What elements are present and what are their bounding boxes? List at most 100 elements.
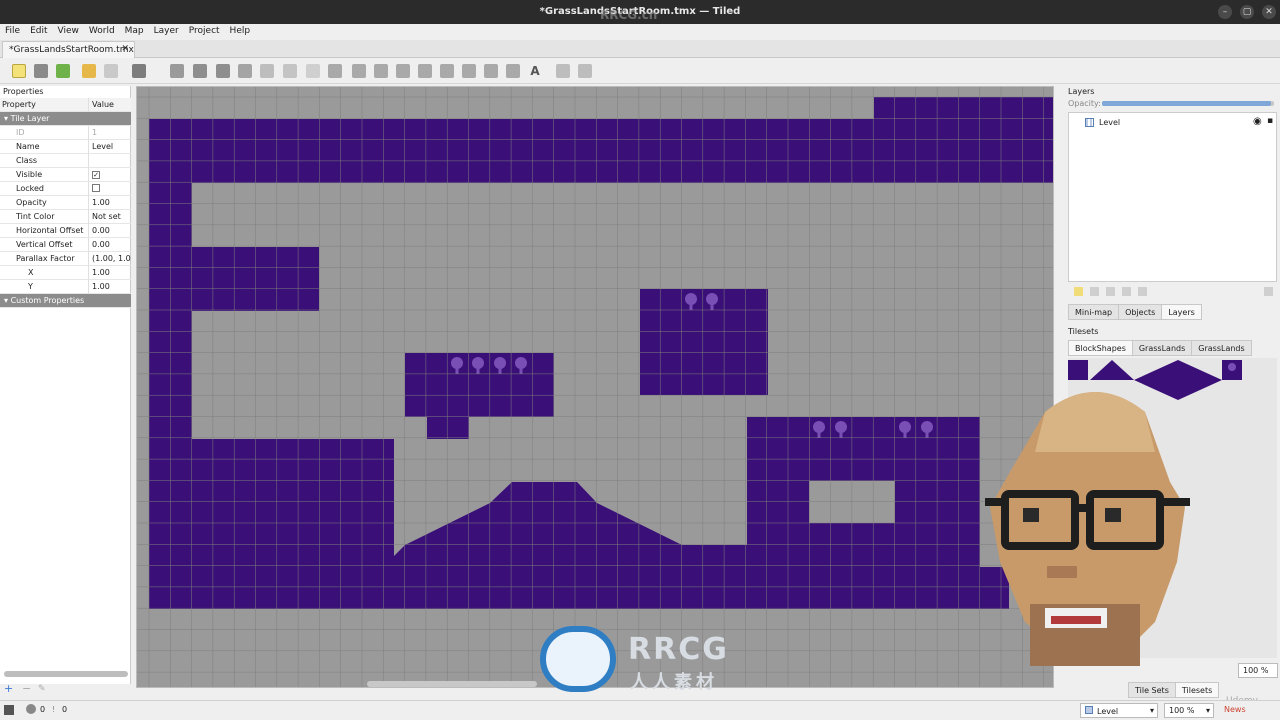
main-toolbar: A bbox=[0, 58, 1280, 84]
minimize-button[interactable]: – bbox=[1218, 5, 1232, 19]
properties-scrollbar[interactable] bbox=[4, 671, 128, 677]
menu-map[interactable]: Map bbox=[120, 24, 149, 38]
tab-blockshapes[interactable]: BlockShapes bbox=[1068, 340, 1133, 356]
locked-checkbox[interactable] bbox=[92, 184, 100, 192]
select-same-tile-icon[interactable] bbox=[328, 64, 342, 78]
tree-trunk bbox=[689, 303, 693, 310]
warning-icon[interactable]: ! bbox=[52, 705, 55, 714]
terrain-brush-icon[interactable] bbox=[193, 64, 207, 78]
menu-layer[interactable]: Layer bbox=[149, 24, 184, 38]
edit-polygons-icon[interactable] bbox=[374, 64, 388, 78]
prop-row-locked[interactable]: Locked bbox=[0, 182, 131, 196]
news-button[interactable]: News bbox=[1224, 705, 1246, 714]
magic-wand-icon[interactable] bbox=[306, 64, 320, 78]
document-tab-label: *GrassLandsStartRoom.tmx bbox=[9, 45, 134, 55]
document-tab[interactable]: *GrassLandsStartRoom.tmx ✕ bbox=[2, 41, 135, 58]
lower-layer-icon[interactable] bbox=[1106, 287, 1115, 296]
menu-world[interactable]: World bbox=[84, 24, 120, 38]
tab-objects[interactable]: Objects bbox=[1118, 304, 1163, 320]
layer-row-level[interactable]: Level ◉ ▪ bbox=[1069, 116, 1276, 130]
tab-layers[interactable]: Layers bbox=[1161, 304, 1202, 320]
close-window-button[interactable]: ✕ bbox=[1262, 5, 1276, 19]
prop-row-y[interactable]: Y 1.00 bbox=[0, 280, 131, 294]
tile-block bbox=[874, 97, 1053, 119]
shape-fill-icon[interactable] bbox=[260, 64, 274, 78]
group-custom-label: Custom Properties bbox=[10, 296, 85, 305]
horizontal-scrollbar[interactable] bbox=[367, 681, 537, 687]
remove-property-icon[interactable]: − bbox=[22, 683, 32, 694]
save-icon[interactable] bbox=[56, 64, 70, 78]
visible-checkbox[interactable]: ✓ bbox=[92, 171, 100, 179]
tab-tile-sets[interactable]: Tile Sets bbox=[1128, 682, 1176, 698]
menu-file[interactable]: File bbox=[0, 24, 25, 38]
rename-property-icon[interactable]: ✎ bbox=[38, 684, 48, 694]
tile-map[interactable] bbox=[137, 87, 1054, 688]
select-objects-icon[interactable] bbox=[352, 64, 366, 78]
prop-row-name[interactable]: Name Level bbox=[0, 140, 131, 154]
raise-layer-icon[interactable] bbox=[1090, 287, 1099, 296]
name-value[interactable]: Level bbox=[90, 140, 131, 154]
tab-grasslands-1[interactable]: GrassLands bbox=[1131, 340, 1193, 356]
lock-icon[interactable]: ▪ bbox=[1267, 116, 1273, 126]
opacity-label: Opacity: bbox=[1068, 99, 1101, 108]
undo-icon[interactable] bbox=[82, 64, 96, 78]
redo-icon[interactable] bbox=[104, 64, 118, 78]
tab-grasslands-2[interactable]: GrassLands bbox=[1191, 340, 1252, 356]
bucket-fill-icon[interactable] bbox=[216, 64, 230, 78]
prop-row-hoffset[interactable]: Horizontal Offset 0.00 bbox=[0, 224, 131, 238]
open-file-icon[interactable] bbox=[34, 64, 48, 78]
tab-mini-map[interactable]: Mini-map bbox=[1068, 304, 1120, 320]
class-value[interactable] bbox=[90, 154, 131, 168]
add-property-icon[interactable]: + bbox=[4, 683, 14, 694]
tab-tilesets[interactable]: Tilesets bbox=[1174, 682, 1220, 698]
new-map-icon[interactable] bbox=[12, 64, 26, 78]
stamp-brush-icon[interactable] bbox=[170, 64, 184, 78]
prop-row-class[interactable]: Class bbox=[0, 154, 131, 168]
map-viewport[interactable] bbox=[136, 86, 1054, 688]
tile-block bbox=[661, 289, 746, 310]
prop-row-tint[interactable]: Tint Color Not set bbox=[0, 210, 131, 224]
prop-row-opacity[interactable]: Opacity 1.00 bbox=[0, 196, 131, 210]
insert-template-icon[interactable] bbox=[506, 64, 520, 78]
menu-edit[interactable]: Edit bbox=[25, 24, 52, 38]
delete-layer-icon[interactable] bbox=[1138, 287, 1147, 296]
prop-row-visible[interactable]: Visible ✓ bbox=[0, 168, 131, 182]
opacity-value[interactable]: 1.00 bbox=[90, 196, 131, 210]
error-icon[interactable] bbox=[26, 704, 36, 714]
opacity-slider[interactable] bbox=[1102, 101, 1274, 106]
watermark-brand: RRCG bbox=[628, 632, 729, 667]
insert-polygon-icon[interactable] bbox=[462, 64, 476, 78]
world-tool-icon[interactable] bbox=[556, 64, 570, 78]
zoom-select[interactable]: 100 % ▾ bbox=[1164, 703, 1214, 718]
layer-name: Level bbox=[1099, 118, 1121, 127]
move-tool-icon[interactable] bbox=[578, 64, 592, 78]
rect-select-icon[interactable] bbox=[238, 64, 252, 78]
insert-text-icon[interactable]: A bbox=[528, 64, 542, 78]
insert-tile-icon[interactable] bbox=[484, 64, 498, 78]
group-tile-layer[interactable]: ▾ Tile Layer bbox=[0, 112, 131, 126]
prop-row-voffset[interactable]: Vertical Offset 0.00 bbox=[0, 238, 131, 252]
prop-row-parallax[interactable]: Parallax Factor(1.00, 1.00) bbox=[0, 252, 131, 266]
maximize-button[interactable]: ▢ bbox=[1240, 5, 1254, 19]
dock-tabs-upper: Mini-map Objects Layers bbox=[1068, 304, 1202, 320]
prop-row-x[interactable]: X 1.00 bbox=[0, 266, 131, 280]
insert-point-icon[interactable] bbox=[418, 64, 432, 78]
eye-icon[interactable]: ◉ bbox=[1253, 116, 1262, 127]
insert-ellipse-icon[interactable] bbox=[440, 64, 454, 78]
new-layer-icon[interactable] bbox=[1074, 287, 1083, 296]
commands-icon[interactable] bbox=[132, 64, 146, 78]
group-custom-properties[interactable]: ▾ Custom Properties bbox=[0, 294, 131, 308]
eraser-icon[interactable] bbox=[283, 64, 297, 78]
insert-rectangle-icon[interactable] bbox=[396, 64, 410, 78]
menu-view[interactable]: View bbox=[53, 24, 84, 38]
console-icon[interactable] bbox=[4, 705, 14, 715]
menu-help[interactable]: Help bbox=[225, 24, 256, 38]
menu-project[interactable]: Project bbox=[184, 24, 225, 38]
tint-value[interactable]: Not set bbox=[90, 210, 131, 224]
duplicate-layer-icon[interactable] bbox=[1122, 287, 1131, 296]
tileset-zoom[interactable]: 100 % bbox=[1238, 663, 1278, 678]
layer-menu-icon[interactable] bbox=[1264, 287, 1273, 296]
close-tab-icon[interactable]: ✕ bbox=[121, 44, 129, 54]
layer-select[interactable]: Level ▾ bbox=[1080, 703, 1158, 718]
tree-trunk bbox=[476, 367, 480, 374]
